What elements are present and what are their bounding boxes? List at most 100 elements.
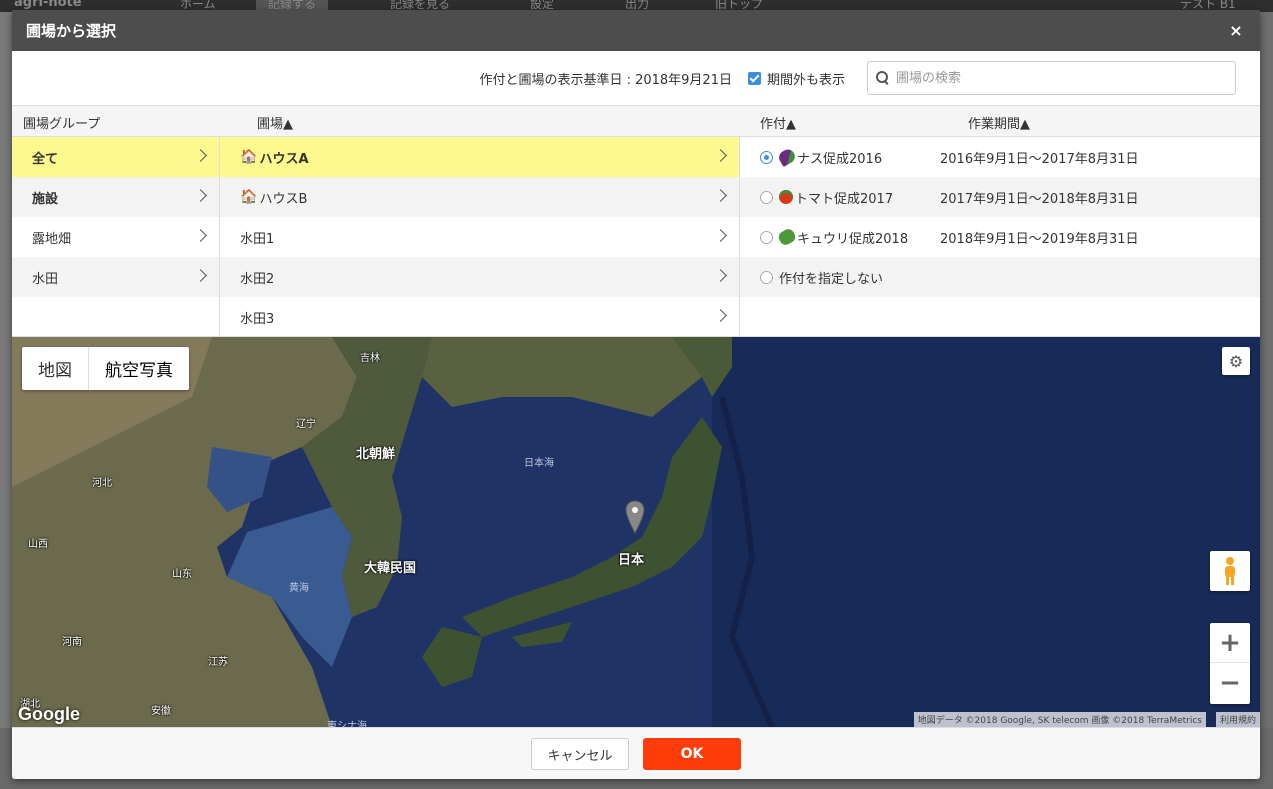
map-label-japan: 日本 bbox=[618, 553, 645, 568]
search-box bbox=[867, 61, 1236, 95]
field-item-paddy-2[interactable]: 水田2 bbox=[220, 257, 739, 297]
street-view-button[interactable] bbox=[1210, 551, 1250, 591]
field-list: 🏠 ハウスA 🏠 ハウスB 水田1 水田2 水田3 bbox=[220, 137, 740, 337]
group-item-label: 施設 bbox=[32, 191, 59, 207]
show-out-of-period-toggle[interactable]: 期間外も表示 bbox=[747, 69, 845, 88]
group-item-open-field[interactable]: 露地畑 bbox=[12, 217, 219, 257]
crop-radio[interactable] bbox=[760, 270, 773, 284]
chevron-right-icon bbox=[714, 269, 727, 282]
map-label-south-korea: 大韓民国 bbox=[364, 561, 417, 576]
map-type-map-button[interactable]: 地図 bbox=[22, 347, 88, 390]
map-type-control: 地図 航空写真 bbox=[22, 347, 189, 390]
group-item-label: 水田 bbox=[32, 271, 59, 287]
chevron-right-icon bbox=[714, 229, 727, 242]
map-view[interactable]: 地図 航空写真 ⚙ + − 吉林 辽宁 北朝鮮 日本海 河北 山西 山东 黄海 … bbox=[12, 337, 1260, 727]
house-icon: 🏠 bbox=[240, 149, 258, 165]
field-item-house-b[interactable]: 🏠 ハウスB bbox=[220, 177, 739, 217]
toolbar: 作付と圃場の表示基準日 : 2018年9月21日 期間外も表示 bbox=[12, 51, 1260, 106]
field-item-label: ハウスA bbox=[259, 151, 309, 167]
map-label-anhui: 安徽 bbox=[151, 706, 171, 717]
search-input[interactable] bbox=[896, 70, 1227, 86]
map-label-east-china-sea: 東シナ海 bbox=[327, 721, 367, 727]
header-field-group: 圃場グループ bbox=[23, 117, 101, 132]
field-item-label: 水田3 bbox=[240, 311, 275, 327]
reference-date-label: 作付と圃場の表示基準日 : 2018年9月21日 bbox=[479, 72, 732, 88]
ok-button[interactable]: OK bbox=[643, 738, 741, 770]
crop-item-label: キュウリ促成2018 bbox=[797, 231, 909, 247]
header-period-sort[interactable]: 作業期間▲ bbox=[968, 113, 1030, 132]
map-label-jiangsu: 江苏 bbox=[208, 657, 228, 668]
map-label-hebei: 河北 bbox=[92, 478, 112, 489]
group-item-all[interactable]: 全て bbox=[12, 137, 219, 177]
crop-radio[interactable] bbox=[760, 190, 773, 204]
field-select-modal: 圃場から選択 × 作付と圃場の表示基準日 : 2018年9月21日 期間外も表示… bbox=[12, 10, 1260, 779]
field-item-paddy-1[interactable]: 水田1 bbox=[220, 217, 739, 257]
chevron-right-icon bbox=[194, 229, 207, 242]
map-terms-link[interactable]: 利用規約 bbox=[1215, 712, 1260, 727]
column-headers: 圃場グループ 圃場▲ 作付▲ 作業期間▲ bbox=[12, 106, 1260, 137]
house-icon: 🏠 bbox=[240, 189, 258, 205]
field-item-label: 水田2 bbox=[240, 271, 275, 287]
field-group-list: 全て 施設 露地畑 水田 bbox=[12, 137, 220, 337]
crop-item-eggplant-2016[interactable]: ナス促成2016 2016年9月1日〜2017年8月31日 bbox=[740, 137, 1260, 177]
tomato-icon bbox=[779, 190, 793, 204]
map-label-henan: 河南 bbox=[62, 637, 82, 648]
map-marker-icon[interactable] bbox=[625, 500, 645, 534]
pegman-icon bbox=[1225, 557, 1235, 585]
map-label-yellow-sea: 黄海 bbox=[289, 583, 309, 594]
crop-item-label: トマト促成2017 bbox=[795, 191, 894, 207]
zoom-in-button[interactable]: + bbox=[1210, 623, 1250, 663]
crop-item-label: 作付を指定しない bbox=[779, 271, 884, 287]
modal-footer: キャンセル OK bbox=[12, 727, 1260, 779]
gear-icon: ⚙ bbox=[1228, 351, 1244, 371]
crop-item-none[interactable]: 作付を指定しない bbox=[740, 257, 1260, 297]
chevron-right-icon bbox=[194, 189, 207, 202]
map-attribution: 地図データ ©2018 Google, SK telecom 画像 ©2018 … bbox=[913, 712, 1206, 727]
crop-item-cucumber-2018[interactable]: キュウリ促成2018 2018年9月1日〜2019年8月31日 bbox=[740, 217, 1260, 257]
field-item-label: ハウスB bbox=[259, 191, 308, 207]
modal-header: 圃場から選択 × bbox=[12, 10, 1260, 51]
map-type-aerial-button[interactable]: 航空写真 bbox=[88, 347, 189, 390]
field-item-label: 水田1 bbox=[240, 231, 275, 247]
chevron-right-icon bbox=[194, 269, 207, 282]
map-label-shandong: 山东 bbox=[172, 569, 192, 580]
crop-item-period: 2018年9月1日〜2019年8月31日 bbox=[940, 231, 1139, 247]
crop-item-tomato-2017[interactable]: トマト促成2017 2017年9月1日〜2018年8月31日 bbox=[740, 177, 1260, 217]
crop-radio[interactable] bbox=[760, 230, 773, 244]
map-label-jilin: 吉林 bbox=[360, 353, 380, 364]
background-logo: agri-note bbox=[14, 0, 82, 10]
group-item-label: 全て bbox=[32, 151, 59, 167]
crop-radio[interactable] bbox=[760, 150, 773, 164]
selection-lists: 全て 施設 露地畑 水田 🏠 ハウスA 🏠 ハウスB 水田1 水田2 水田3 ナ… bbox=[12, 137, 1260, 337]
chevron-right-icon bbox=[714, 189, 727, 202]
field-item-house-a[interactable]: 🏠 ハウスA bbox=[220, 137, 739, 177]
cancel-button[interactable]: キャンセル bbox=[531, 738, 629, 770]
map-label-sea-of-japan: 日本海 bbox=[524, 458, 554, 469]
map-label-north-korea: 北朝鮮 bbox=[356, 447, 396, 462]
map-label-liaoning: 辽宁 bbox=[296, 419, 316, 430]
crop-item-period: 2017年9月1日〜2018年8月31日 bbox=[940, 191, 1139, 207]
close-icon[interactable]: × bbox=[1226, 21, 1246, 40]
crop-item-period: 2016年9月1日〜2017年8月31日 bbox=[940, 151, 1139, 167]
chevron-right-icon bbox=[194, 149, 207, 162]
group-item-facility[interactable]: 施設 bbox=[12, 177, 219, 217]
header-field-sort[interactable]: 圃場▲ bbox=[257, 113, 293, 132]
crop-item-label: ナス促成2016 bbox=[797, 151, 883, 167]
cucumber-icon bbox=[776, 226, 798, 248]
zoom-control: + − bbox=[1210, 623, 1250, 704]
zoom-out-button[interactable]: − bbox=[1210, 663, 1250, 703]
show-out-of-period-checkbox[interactable] bbox=[747, 71, 761, 85]
background-left bbox=[0, 12, 12, 789]
header-crop-sort[interactable]: 作付▲ bbox=[760, 113, 796, 132]
map-label-shanxi: 山西 bbox=[28, 539, 48, 550]
map-settings-button[interactable]: ⚙ bbox=[1222, 347, 1250, 375]
eggplant-icon bbox=[776, 146, 798, 168]
group-item-label: 露地畑 bbox=[32, 231, 72, 247]
show-out-of-period-label: 期間外も表示 bbox=[766, 72, 845, 88]
crop-list: ナス促成2016 2016年9月1日〜2017年8月31日 トマト促成2017 … bbox=[740, 137, 1260, 337]
search-icon bbox=[876, 71, 890, 85]
google-logo: Google bbox=[18, 704, 80, 724]
field-item-paddy-3[interactable]: 水田3 bbox=[220, 297, 739, 337]
modal-title: 圃場から選択 bbox=[26, 22, 117, 40]
group-item-paddy[interactable]: 水田 bbox=[12, 257, 219, 297]
